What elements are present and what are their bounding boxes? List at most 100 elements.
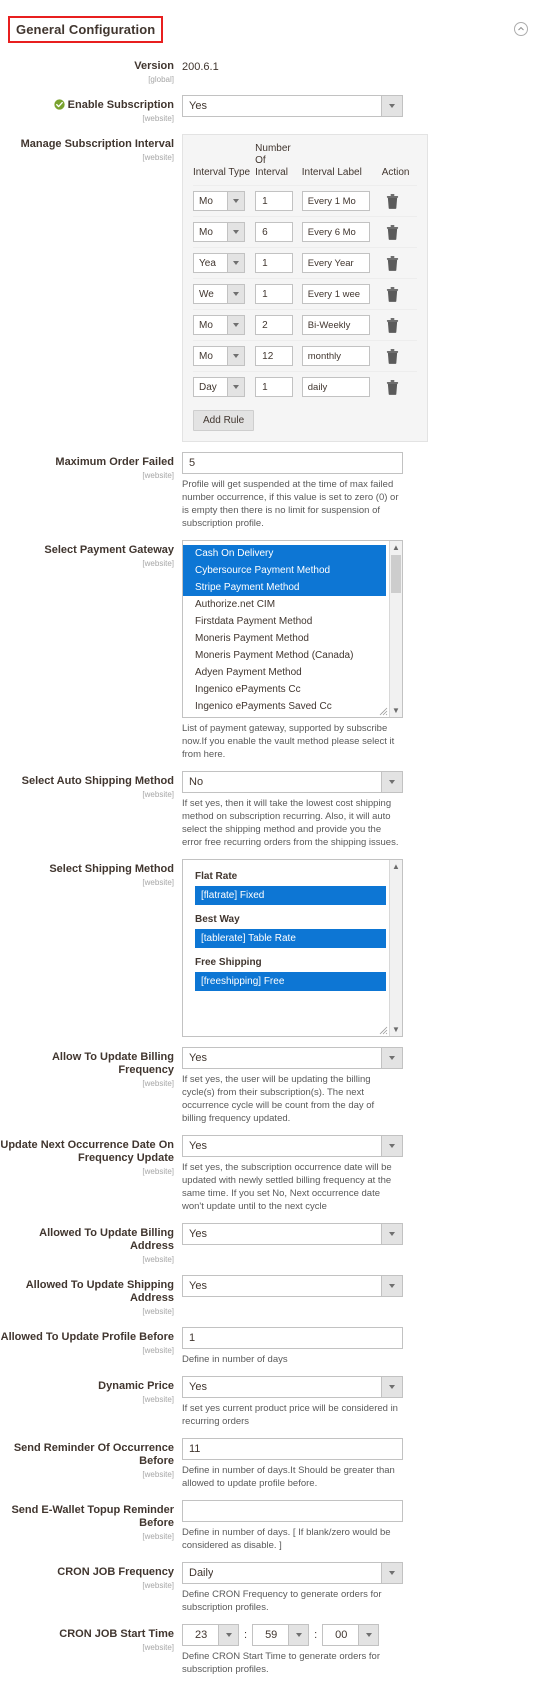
interval-type-select[interactable]: We [193,284,245,304]
send-ewallet-topup-reminder-before-input[interactable] [182,1500,403,1522]
interval-label-input[interactable]: Every Year [301,253,370,273]
maximum-order-failed-input[interactable]: 5 [182,452,403,474]
payment-option[interactable]: Ingenico ePayments Saved Cc [183,698,402,715]
trash-icon[interactable] [382,224,413,240]
chevron-down-icon[interactable] [227,285,244,303]
scroll-down-icon[interactable]: ▼ [390,1023,402,1036]
number-of-interval-input[interactable]: 12 [255,346,294,366]
chevron-down-icon[interactable] [358,1625,379,1645]
resize-handle-icon[interactable] [379,707,388,716]
interval-label-input[interactable]: Every 6 Mo [301,222,370,242]
cell-interval-type: Day [193,371,256,402]
cron-job-frequency-select[interactable]: Daily [182,1562,403,1584]
interval-type-value: We [199,288,214,300]
interval-type-select[interactable]: Day [193,377,245,397]
cron-start-seconds-select[interactable]: 00 [322,1624,380,1646]
trash-icon[interactable] [382,317,413,333]
chevron-down-icon[interactable] [381,96,402,116]
allow-update-billing-frequency-select[interactable]: Yes [182,1047,403,1069]
interval-label-input[interactable]: Every 1 Mo [301,191,370,211]
update-next-occurrence-date-select[interactable]: Yes [182,1135,403,1157]
shipping-option[interactable]: [tablerate] Table Rate [195,929,386,948]
cron-start-minutes-select[interactable]: 59 [252,1624,310,1646]
chevron-down-icon[interactable] [381,1563,402,1583]
chevron-down-icon[interactable] [227,254,244,272]
payment-option[interactable]: Cybersource Payment Method [183,562,386,579]
trash-icon[interactable] [382,286,413,302]
number-of-interval-input[interactable]: 1 [255,253,294,273]
allowed-update-billing-address-select[interactable]: Yes [182,1223,403,1245]
row-cron-job-frequency: CRON JOB Frequency [website] Daily Defin… [0,1562,542,1614]
label-send-ewallet-topup-reminder-before-text: Send E-Wallet Topup Reminder Before [11,1504,174,1529]
number-of-interval-value: 1 [262,288,268,300]
chevron-down-icon[interactable] [218,1625,238,1645]
trash-icon[interactable] [382,348,413,364]
control-select-auto-shipping-method: No If set yes, then it will take the low… [182,771,542,849]
payment-option[interactable]: Moneris Payment Method [183,630,402,647]
payment-listbox-scrollbar[interactable]: ▲ ▼ [389,541,402,717]
cron-start-hours-select[interactable]: 23 [182,1624,239,1646]
chevron-down-icon[interactable] [227,316,244,334]
interval-type-select[interactable]: Yea [193,253,245,273]
payment-option[interactable]: Firstdata Payment Method [183,613,402,630]
scroll-up-icon[interactable]: ▲ [390,541,402,554]
payment-option[interactable]: Authorize.net CIM [183,596,402,613]
chevron-down-icon[interactable] [288,1625,309,1645]
chevron-down-icon[interactable] [227,347,244,365]
cell-interval-label: monthly [301,340,382,372]
scroll-down-icon[interactable]: ▼ [390,704,402,717]
number-of-interval-input[interactable]: 1 [255,377,294,397]
section-title-highlight[interactable]: General Configuration [8,16,164,43]
chevron-down-icon[interactable] [381,772,402,792]
add-rule-button[interactable]: Add Rule [193,410,255,431]
trash-icon[interactable] [382,255,413,271]
scrollbar-thumb[interactable] [391,555,401,593]
payment-option[interactable]: Stripe Payment Method [183,579,386,596]
enable-subscription-select[interactable]: Yes [182,95,403,117]
interval-label-input[interactable]: Bi-Weekly [301,315,370,335]
payment-option[interactable]: Moneris Payment Method (Canada) [183,647,402,664]
maximum-order-failed-value: 5 [189,457,196,469]
interval-type-select[interactable]: Mo [193,315,245,335]
chevron-down-icon[interactable] [227,192,244,210]
allowed-update-shipping-address-select[interactable]: Yes [182,1275,403,1297]
number-of-interval-input[interactable]: 1 [255,191,294,211]
shipping-option[interactable]: [freeshipping] Free [195,972,386,991]
chevron-down-icon[interactable] [381,1136,402,1156]
shipping-listbox-scrollbar[interactable]: ▲ ▼ [389,860,402,1036]
scroll-up-icon[interactable]: ▲ [390,860,402,873]
chevron-down-icon[interactable] [381,1224,402,1244]
payment-option[interactable]: Adyen Payment Method [183,664,402,681]
payment-option[interactable]: Ingenico ePayments Cc [183,681,402,698]
allowed-update-profile-before-input[interactable]: 1 [182,1327,403,1349]
number-of-interval-input[interactable]: 6 [255,222,294,242]
trash-icon[interactable] [382,193,413,209]
dynamic-price-select[interactable]: Yes [182,1376,403,1398]
chevron-up-circle-icon[interactable] [514,22,528,36]
label-send-reminder-of-occurrence-before-text: Send Reminder Of Occurrence Before [13,1442,174,1467]
interval-label-input[interactable]: Every 1 wee [301,284,370,304]
auto-shipping-method-select[interactable]: No [182,771,403,793]
interval-label-input[interactable]: daily [301,377,370,397]
number-of-interval-input[interactable]: 2 [255,315,294,335]
interval-type-select[interactable]: Mo [193,191,245,211]
chevron-down-icon[interactable] [381,1048,402,1068]
shipping-option[interactable]: [flatrate] Fixed [195,886,386,905]
number-of-interval-input[interactable]: 1 [255,284,294,304]
chevron-down-icon[interactable] [227,378,244,396]
interval-label-input[interactable]: monthly [301,346,370,366]
interval-type-select[interactable]: Mo [193,346,245,366]
note-allowed-update-profile-before: Define in number of days [182,1354,288,1365]
trash-icon[interactable] [382,379,413,395]
payment-gateway-listbox[interactable]: Cash On Delivery Cybersource Payment Meth… [182,540,403,718]
cron-start-hours-value: 23 [195,1629,208,1641]
chevron-down-icon[interactable] [227,223,244,241]
resize-handle-icon[interactable] [379,1026,388,1035]
interval-type-select[interactable]: Mo [193,222,245,242]
control-send-ewallet-topup-reminder-before: Define in number of days. [ If blank/zer… [182,1500,542,1552]
shipping-method-listbox[interactable]: Flat Rate [flatrate] Fixed Best Way [tabler… [182,859,403,1037]
send-reminder-of-occurrence-before-input[interactable]: 11 [182,1438,403,1460]
payment-option[interactable]: Cash On Delivery [183,545,386,562]
chevron-down-icon[interactable] [381,1276,402,1296]
chevron-down-icon[interactable] [381,1377,402,1397]
